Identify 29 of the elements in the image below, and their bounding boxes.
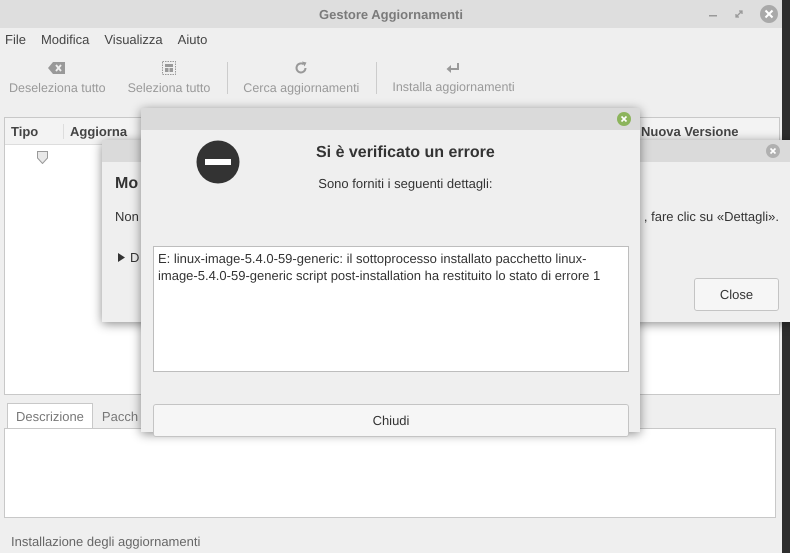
- menu-item[interactable]: Aiuto: [178, 32, 208, 46]
- window-title: Gestore Aggiornamenti: [319, 6, 463, 22]
- return-arrow-icon: [446, 62, 460, 74]
- close-button[interactable]: Close: [694, 278, 779, 311]
- dialog-message: Non: [115, 209, 139, 224]
- menu-item[interactable]: Visualizza: [104, 32, 163, 46]
- dialog-message: , fare clic su «Dettagli».: [644, 209, 779, 224]
- tab[interactable]: Pacch: [92, 403, 148, 428]
- close-icon[interactable]: [617, 112, 631, 126]
- close-icon[interactable]: [766, 144, 780, 158]
- expander-label[interactable]: D: [130, 250, 140, 265]
- error-icon: [196, 140, 240, 184]
- dialog-heading: Mo: [115, 175, 138, 193]
- error-title: Si è verificato un errore: [316, 144, 495, 162]
- tab[interactable]: Descrizione: [7, 403, 93, 428]
- status-text: Installazione degli aggiornamenti: [11, 534, 200, 549]
- column-header[interactable]: Tipo: [5, 124, 64, 138]
- menu-item[interactable]: File: [5, 32, 26, 46]
- shield-icon: [37, 150, 48, 164]
- close-button[interactable]: Chiudi: [153, 404, 629, 437]
- refresh-icon: [294, 61, 308, 75]
- details-text-area[interactable]: E: linux-image-5.4.0-59-generic: il sottoprocesso installato pacchetto linux-image-5.4.0-59-generic script post-installation ha restituito lo stato di errore 1: [153, 246, 629, 372]
- close-icon[interactable]: [760, 5, 778, 23]
- maximize-icon[interactable]: [734, 9, 744, 19]
- grid-icon: [162, 61, 176, 75]
- menu-item[interactable]: Modifica: [40, 32, 90, 46]
- backspace-icon: [48, 61, 66, 75]
- expander-arrow-icon[interactable]: [118, 253, 125, 262]
- error-subtitle: Sono forniti i seguenti dettagli:: [318, 176, 492, 191]
